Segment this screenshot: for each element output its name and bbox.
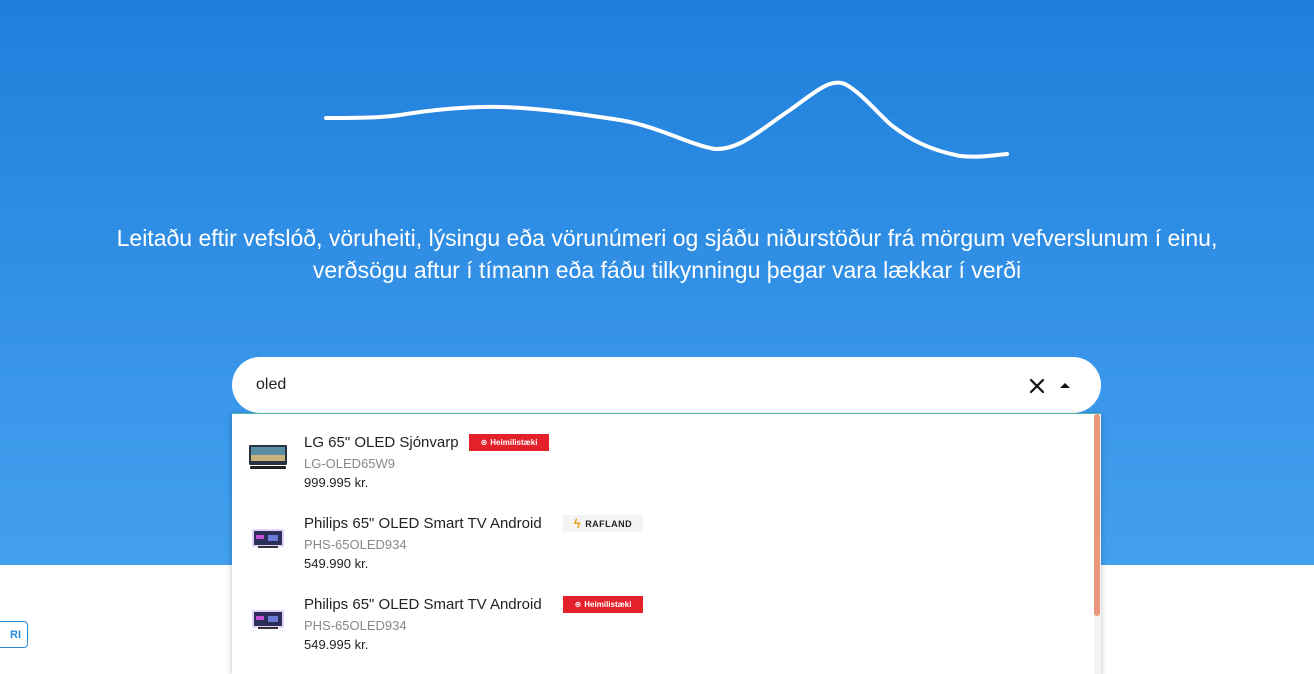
store-logo-rafland: ϟ RAFLAND	[563, 515, 643, 532]
hero-tagline: Leitaðu eftir vefslóð, vöruheiti, lýsing…	[60, 222, 1274, 286]
search-box	[232, 357, 1101, 413]
product-thumbnail	[248, 442, 288, 472]
result-sku: LG-OLED65W9	[304, 456, 396, 471]
store-name: Heimilistæki	[490, 438, 538, 447]
close-icon[interactable]	[1024, 373, 1050, 399]
heimilistaeki-logo-icon: ⊛	[480, 438, 488, 447]
side-button[interactable]: RI	[0, 621, 28, 648]
result-name: LG 65" OLED Sjónvarp	[304, 434, 459, 451]
rafland-logo-icon: ϟ	[573, 516, 582, 531]
store-name: Heimilistæki	[584, 600, 632, 609]
result-sku: PHS-65OLED934	[304, 618, 407, 633]
result-item[interactable]: LG 65" OLED Sjónvarp ⊛ Heimilistæki LG-O…	[232, 414, 1087, 495]
tagline-line-2: verðsögu aftur í tímann eða fáðu tilkynn…	[312, 257, 1022, 283]
price-wave-icon	[324, 80, 1009, 159]
product-thumbnail	[248, 604, 288, 634]
result-item[interactable]: Philips 65" OLED Smart TV Android ⊛ Heim…	[232, 576, 1087, 657]
caret-up-icon[interactable]	[1054, 375, 1076, 397]
result-name: Philips 65" OLED Smart TV Android	[304, 515, 542, 532]
store-logo-heimilistaeki: ⊛ Heimilistæki	[469, 434, 549, 451]
search-results-dropdown: LG 65" OLED Sjónvarp ⊛ Heimilistæki LG-O…	[232, 413, 1101, 674]
dropdown-scrollbar-thumb[interactable]	[1094, 414, 1100, 616]
result-price: 549.990 kr.	[304, 556, 369, 571]
tagline-line-1: Leitaðu eftir vefslóð, vöruheiti, lýsing…	[116, 225, 1218, 251]
product-thumbnail	[248, 523, 288, 553]
search-input[interactable]	[256, 371, 1016, 399]
result-price: 549.995 kr.	[304, 637, 369, 652]
result-item[interactable]: Philips 65" OLED Smart TV Android ϟ RAFL…	[232, 495, 1087, 576]
result-sku: PHS-65OLED934	[304, 537, 407, 552]
side-button-label: RI	[10, 628, 21, 641]
store-name: RAFLAND	[585, 518, 633, 529]
heimilistaeki-logo-icon: ⊛	[574, 600, 582, 609]
result-price: 999.995 kr.	[304, 475, 369, 490]
result-name: Philips 65" OLED Smart TV Android	[304, 596, 542, 613]
store-logo-heimilistaeki: ⊛ Heimilistæki	[563, 596, 643, 613]
